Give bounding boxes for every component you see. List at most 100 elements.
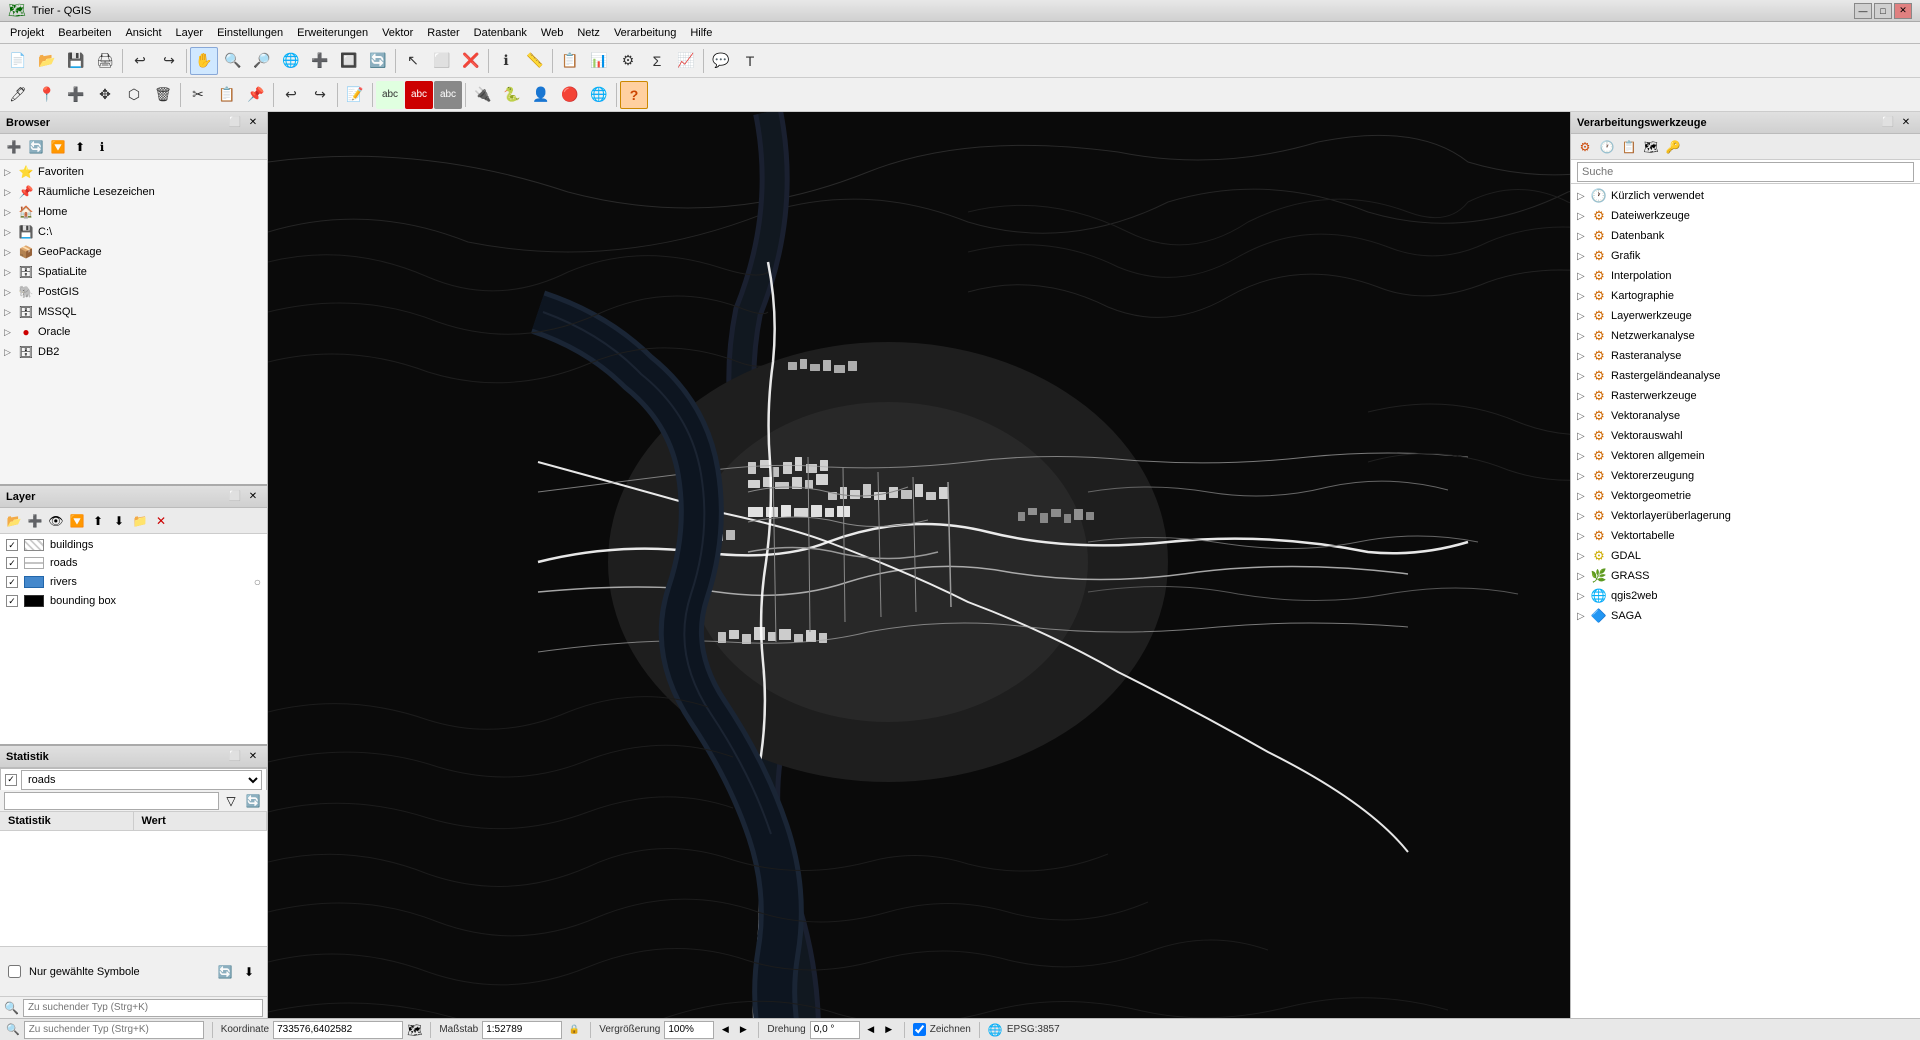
proc-item-netzwerk[interactable]: ▷ ⚙ Netzwerkanalyse — [1571, 326, 1920, 346]
stats-filter-input[interactable] — [4, 792, 219, 810]
node-tool-button[interactable]: ⬡ — [120, 81, 148, 109]
proc-item-raster-analyse[interactable]: ▷ ⚙ Rasteranalyse — [1571, 346, 1920, 366]
browser-close-button[interactable]: ✕ — [245, 115, 261, 131]
browser-item-bookmarks[interactable]: ▷ 📌 Räumliche Lesezeichen — [0, 182, 267, 202]
browser-item-spatialite[interactable]: ▷ 🗄 SpatiaLite — [0, 262, 267, 282]
annotate-button[interactable]: 📝 — [341, 81, 369, 109]
label-abc3[interactable]: abc — [434, 81, 462, 109]
stats-button[interactable]: 📊 — [585, 47, 613, 75]
processing-results-button[interactable]: 📋 — [1619, 137, 1639, 157]
map-area[interactable] — [268, 112, 1570, 1018]
rivers-expand[interactable]: ○ — [254, 575, 261, 589]
browser-item-mssql[interactable]: ▷ 🗄 MSSQL — [0, 302, 267, 322]
browser-item-oracle[interactable]: ▷ ● Oracle — [0, 322, 267, 342]
stats-layer-checkbox[interactable]: ✓ — [5, 774, 17, 786]
close-button[interactable]: ✕ — [1894, 3, 1912, 19]
browser-item-geopackage[interactable]: ▷ 📦 GeoPackage — [0, 242, 267, 262]
browser-float-button[interactable]: ⬜ — [227, 115, 243, 131]
menu-einstellungen[interactable]: Einstellungen — [211, 25, 289, 41]
browser-item-c[interactable]: ▷ 💾 C:\ — [0, 222, 267, 242]
menu-erweiterungen[interactable]: Erweiterungen — [291, 25, 374, 41]
digitize-button[interactable]: 🖊 — [4, 81, 32, 109]
stats-refresh-button[interactable]: 🔄 — [243, 791, 263, 811]
layer-item-bbox[interactable]: ✓ bounding box — [0, 592, 267, 610]
proc-item-raster-gelaende[interactable]: ▷ ⚙ Rastergeländeanalyse — [1571, 366, 1920, 386]
plugins-btn4[interactable]: 🔴 — [556, 81, 584, 109]
menu-layer[interactable]: Layer — [170, 25, 210, 41]
proc-item-vektor-tabelle[interactable]: ▷ ⚙ Vektortabelle — [1571, 526, 1920, 546]
attribute-table-button[interactable]: 📋 — [556, 47, 584, 75]
calculator-button[interactable]: ⚙ — [614, 47, 642, 75]
proc-item-interpolation[interactable]: ▷ ⚙ Interpolation — [1571, 266, 1920, 286]
layer-open-button[interactable]: 📂 — [4, 511, 24, 531]
rot-decrease-button[interactable]: ◀ — [864, 1023, 878, 1037]
label-abc2[interactable]: abc — [405, 81, 433, 109]
proc-item-layer[interactable]: ▷ ⚙ Layerwerkzeuge — [1571, 306, 1920, 326]
copy-features-button[interactable]: 📋 — [213, 81, 241, 109]
plugins-btn3[interactable]: 👤 — [527, 81, 555, 109]
snap-button[interactable]: 📍 — [33, 81, 61, 109]
menu-ansicht[interactable]: Ansicht — [119, 25, 167, 41]
proc-item-grafik[interactable]: ▷ ⚙ Grafik — [1571, 246, 1920, 266]
zoom-select-button[interactable]: 🔲 — [335, 47, 363, 75]
processing-models-button[interactable]: 🗺 — [1641, 137, 1661, 157]
browser-item-home[interactable]: ▷ 🏠 Home — [0, 202, 267, 222]
browser-item-favorites[interactable]: ▷ ⭐ Favoriten — [0, 162, 267, 182]
mag-decrease-button[interactable]: ◀ — [718, 1023, 732, 1037]
stats-layer-dropdown[interactable]: roads buildings rivers bounding box — [21, 770, 262, 790]
proc-item-recent[interactable]: ▷ 🕐 Kürzlich verwendet — [1571, 186, 1920, 206]
minimize-button[interactable]: — — [1854, 3, 1872, 19]
buildings-checkbox[interactable]: ✓ — [6, 539, 18, 551]
maximize-button[interactable]: □ — [1874, 3, 1892, 19]
zoom-out-button[interactable]: 🔎 — [248, 47, 276, 75]
proc-item-karto[interactable]: ▷ ⚙ Kartographie — [1571, 286, 1920, 306]
roads-checkbox[interactable]: ✓ — [6, 557, 18, 569]
layer-remove-button[interactable]: ✕ — [151, 511, 171, 531]
proc-item-qgis2web[interactable]: ▷ 🌐 qgis2web — [1571, 586, 1920, 606]
plugins-btn5[interactable]: 🌐 — [585, 81, 613, 109]
save-as-button[interactable]: 🖨 — [91, 47, 119, 75]
coordinate-input[interactable] — [273, 1021, 403, 1039]
proc-item-raster-wkz[interactable]: ▷ ⚙ Rasterwerkzeuge — [1571, 386, 1920, 406]
menu-hilfe[interactable]: Hilfe — [684, 25, 718, 41]
paste-features-button[interactable]: 📌 — [242, 81, 270, 109]
browser-add-button[interactable]: ➕ — [4, 137, 24, 157]
identify-button[interactable]: ℹ — [492, 47, 520, 75]
select-feature-button[interactable]: ↖ — [399, 47, 427, 75]
move-feature-button[interactable]: ✥ — [91, 81, 119, 109]
plugins-btn1[interactable]: 🔌 — [469, 81, 497, 109]
stats-filter-button[interactable]: ▽ — [221, 791, 241, 811]
label-abc1[interactable]: abc — [376, 81, 404, 109]
menu-datenbank[interactable]: Datenbank — [468, 25, 533, 41]
proc-item-vektor-auswahl[interactable]: ▷ ⚙ Vektorauswahl — [1571, 426, 1920, 446]
label-button[interactable]: 💬 — [707, 47, 735, 75]
processing-help-button[interactable]: 🔑 — [1663, 137, 1683, 157]
zoom-full-button[interactable]: 🌐 — [277, 47, 305, 75]
processing-search-input[interactable] — [1577, 162, 1914, 182]
scale-lock-button[interactable]: 🔒 — [566, 1022, 582, 1038]
rot-increase-button[interactable]: ▶ — [882, 1023, 896, 1037]
measure-button[interactable]: 📏 — [521, 47, 549, 75]
layer-move-down-button[interactable]: ⬇ — [109, 511, 129, 531]
proc-item-db[interactable]: ▷ ⚙ Datenbank — [1571, 226, 1920, 246]
draw-checkbox[interactable] — [913, 1023, 926, 1036]
cut-features-button[interactable]: ✂ — [184, 81, 212, 109]
menu-web[interactable]: Web — [535, 25, 569, 41]
proc-item-grass[interactable]: ▷ 🌿 GRASS — [1571, 566, 1920, 586]
bbox-checkbox[interactable]: ✓ — [6, 595, 18, 607]
stats-float-button[interactable]: ⬜ — [227, 749, 243, 765]
refresh-button[interactable]: 🔄 — [364, 47, 392, 75]
processing-history-button[interactable]: 🕐 — [1597, 137, 1617, 157]
locate-status-input[interactable] — [24, 1021, 204, 1039]
stats-close-button[interactable]: ✕ — [245, 749, 261, 765]
undo-button[interactable]: ↩ — [126, 47, 154, 75]
proc-item-vektor-erzeug[interactable]: ▷ ⚙ Vektorerzeugung — [1571, 466, 1920, 486]
text-button[interactable]: T — [736, 47, 764, 75]
browser-item-db2[interactable]: ▷ 🗄 DB2 — [0, 342, 267, 362]
processing-float-button[interactable]: ⬜ — [1880, 115, 1896, 131]
stats-col-statistik[interactable]: Statistik — [0, 812, 134, 830]
locate-input[interactable] — [23, 999, 263, 1017]
layer-close-button[interactable]: ✕ — [245, 489, 261, 505]
deselect-button[interactable]: ❌ — [457, 47, 485, 75]
zoom-in-button[interactable]: 🔍 — [219, 47, 247, 75]
